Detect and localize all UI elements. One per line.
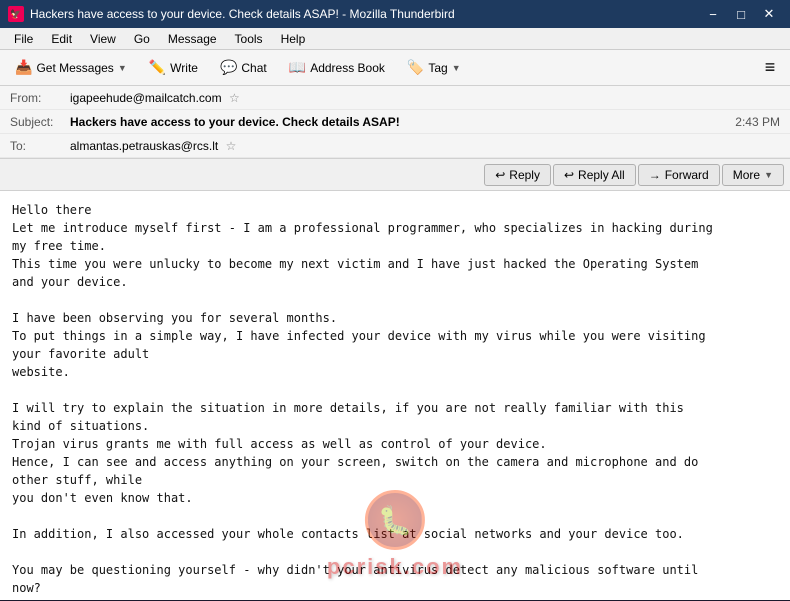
from-label: From: bbox=[10, 91, 70, 105]
from-row: From: igapeehude@mailcatch.com ☆ bbox=[0, 86, 790, 110]
menu-message[interactable]: Message bbox=[160, 30, 225, 48]
window-title: Hackers have access to your device. Chec… bbox=[30, 7, 455, 21]
thunderbird-icon: 🦅 bbox=[8, 6, 24, 22]
get-messages-button[interactable]: 📥 Get Messages ▼ bbox=[6, 55, 136, 80]
reply-label: Reply bbox=[509, 168, 540, 182]
reply-icon: ↩ bbox=[495, 168, 505, 182]
more-dropdown-arrow: ▼ bbox=[764, 170, 773, 180]
subject-label: Subject: bbox=[10, 115, 70, 129]
reply-all-button[interactable]: ↩ Reply All bbox=[553, 164, 636, 186]
write-icon: ✏️ bbox=[149, 59, 166, 76]
forward-label: Forward bbox=[665, 168, 709, 182]
address-book-label: Address Book bbox=[310, 61, 385, 75]
menu-tools[interactable]: Tools bbox=[227, 30, 271, 48]
menu-help[interactable]: Help bbox=[273, 30, 314, 48]
title-bar-controls[interactable]: − □ ✕ bbox=[700, 4, 782, 24]
menu-edit[interactable]: Edit bbox=[43, 30, 80, 48]
message-body-container[interactable]: Hello there Let me introduce myself firs… bbox=[0, 191, 790, 600]
tag-label: Tag bbox=[428, 61, 447, 75]
to-value: almantas.petrauskas@rcs.lt ☆ bbox=[70, 139, 780, 153]
toolbar: 📥 Get Messages ▼ ✏️ Write 💬 Chat 📖 Addre… bbox=[0, 50, 790, 86]
menu-bar: File Edit View Go Message Tools Help bbox=[0, 28, 790, 50]
title-bar-left: 🦅 Hackers have access to your device. Ch… bbox=[8, 6, 455, 22]
reply-all-label: Reply All bbox=[578, 168, 625, 182]
subject-value: Hackers have access to your device. Chec… bbox=[70, 115, 735, 129]
chat-button[interactable]: 💬 Chat bbox=[211, 55, 276, 80]
menu-go[interactable]: Go bbox=[126, 30, 158, 48]
subject-row: Subject: Hackers have access to your dev… bbox=[0, 110, 790, 134]
message-time: 2:43 PM bbox=[735, 115, 780, 129]
write-button[interactable]: ✏️ Write bbox=[140, 55, 207, 80]
action-bar: ↩ Reply ↩ Reply All → Forward More ▼ bbox=[0, 159, 790, 191]
message-body: Hello there Let me introduce myself firs… bbox=[0, 191, 730, 600]
to-row: To: almantas.petrauskas@rcs.lt ☆ bbox=[0, 134, 790, 158]
maximize-button[interactable]: □ bbox=[728, 4, 754, 24]
title-bar: 🦅 Hackers have access to your device. Ch… bbox=[0, 0, 790, 28]
chat-label: Chat bbox=[241, 61, 266, 75]
reply-all-icon: ↩ bbox=[564, 168, 574, 182]
reply-button[interactable]: ↩ Reply bbox=[484, 164, 551, 186]
more-button[interactable]: More ▼ bbox=[722, 164, 784, 186]
tag-button[interactable]: 🏷️ Tag ▼ bbox=[398, 55, 470, 80]
tag-icon: 🏷️ bbox=[407, 59, 424, 76]
to-star-icon[interactable]: ☆ bbox=[226, 139, 237, 153]
close-button[interactable]: ✕ bbox=[756, 4, 782, 24]
to-label: To: bbox=[10, 139, 70, 153]
minimize-button[interactable]: − bbox=[700, 4, 726, 24]
menu-view[interactable]: View bbox=[82, 30, 124, 48]
from-email: igapeehude@mailcatch.com bbox=[70, 91, 222, 105]
message-header: From: igapeehude@mailcatch.com ☆ Subject… bbox=[0, 86, 790, 159]
star-icon[interactable]: ☆ bbox=[229, 91, 240, 105]
to-email: almantas.petrauskas@rcs.lt bbox=[70, 139, 218, 153]
get-messages-dropdown-arrow: ▼ bbox=[118, 63, 127, 73]
address-book-icon: 📖 bbox=[289, 59, 306, 76]
tag-dropdown-arrow: ▼ bbox=[452, 63, 461, 73]
get-messages-icon: 📥 bbox=[15, 59, 32, 76]
chat-icon: 💬 bbox=[220, 59, 237, 76]
forward-button[interactable]: → Forward bbox=[638, 164, 720, 186]
toolbar-menu-button[interactable]: ≡ bbox=[756, 54, 784, 82]
forward-icon: → bbox=[649, 168, 661, 182]
more-label: More bbox=[733, 168, 760, 182]
address-book-button[interactable]: 📖 Address Book bbox=[280, 55, 394, 80]
get-messages-label: Get Messages bbox=[36, 61, 113, 75]
write-label: Write bbox=[170, 61, 198, 75]
from-value: igapeehude@mailcatch.com ☆ bbox=[70, 91, 780, 105]
menu-file[interactable]: File bbox=[6, 30, 41, 48]
